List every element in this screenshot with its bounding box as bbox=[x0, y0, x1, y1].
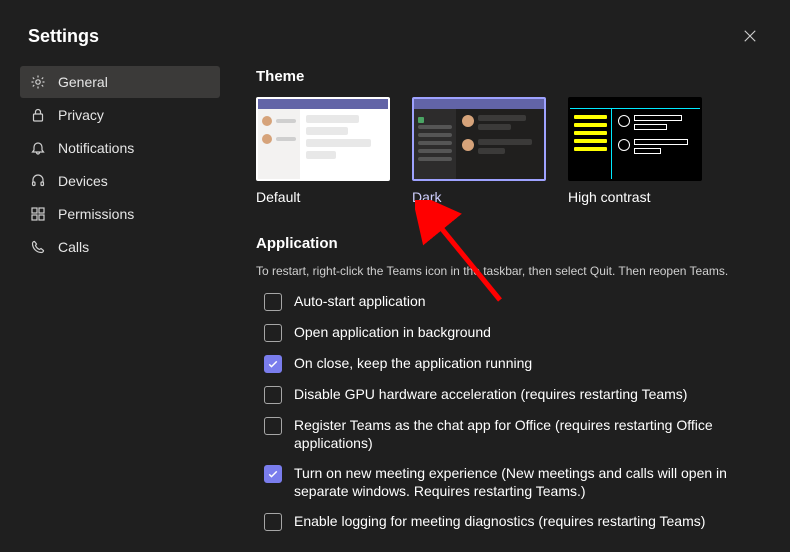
theme-preview-dark bbox=[412, 97, 546, 181]
gear-icon bbox=[30, 74, 46, 90]
checkbox[interactable] bbox=[264, 513, 282, 531]
checkbox[interactable] bbox=[264, 355, 282, 373]
phone-icon bbox=[30, 239, 46, 255]
theme-section-title: Theme bbox=[256, 68, 766, 85]
checkbox[interactable] bbox=[264, 417, 282, 435]
checkbox[interactable] bbox=[264, 386, 282, 404]
application-note: To restart, right-click the Teams icon i… bbox=[256, 264, 766, 278]
checkbox[interactable] bbox=[264, 324, 282, 342]
option-enable-logging[interactable]: Enable logging for meeting diagnostics (… bbox=[264, 512, 766, 531]
application-section-title: Application bbox=[256, 235, 766, 252]
sidebar-item-devices[interactable]: Devices bbox=[20, 165, 220, 197]
option-new-meeting-experience[interactable]: Turn on new meeting experience (New meet… bbox=[264, 464, 766, 500]
theme-preview-high-contrast bbox=[568, 97, 702, 181]
option-keep-running[interactable]: On close, keep the application running bbox=[264, 354, 766, 373]
option-auto-start[interactable]: Auto-start application bbox=[264, 292, 766, 311]
sidebar-item-calls[interactable]: Calls bbox=[20, 231, 220, 263]
option-label: Open application in background bbox=[294, 323, 491, 341]
option-label: Register Teams as the chat app for Offic… bbox=[294, 416, 734, 452]
settings-sidebar: General Privacy Notifications Devices Pe… bbox=[20, 66, 220, 543]
option-label: Auto-start application bbox=[294, 292, 426, 310]
theme-option-dark[interactable]: Dark bbox=[412, 97, 546, 205]
application-options: Auto-start application Open application … bbox=[256, 292, 766, 531]
checkbox[interactable] bbox=[264, 465, 282, 483]
check-icon bbox=[267, 358, 279, 370]
option-open-background[interactable]: Open application in background bbox=[264, 323, 766, 342]
option-label: On close, keep the application running bbox=[294, 354, 532, 372]
bell-icon bbox=[30, 140, 46, 156]
sidebar-item-label: Privacy bbox=[58, 107, 104, 123]
option-disable-gpu[interactable]: Disable GPU hardware acceleration (requi… bbox=[264, 385, 766, 404]
option-label: Enable logging for meeting diagnostics (… bbox=[294, 512, 705, 530]
close-button[interactable] bbox=[738, 24, 762, 48]
settings-main: Theme Default bbox=[220, 66, 766, 543]
sidebar-item-label: Permissions bbox=[58, 206, 134, 222]
option-label: Turn on new meeting experience (New meet… bbox=[294, 464, 734, 500]
theme-preview-default bbox=[256, 97, 390, 181]
sidebar-item-label: Calls bbox=[58, 239, 89, 255]
sidebar-item-label: Devices bbox=[58, 173, 108, 189]
headset-icon bbox=[30, 173, 46, 189]
theme-label: Default bbox=[256, 189, 390, 205]
sidebar-item-label: Notifications bbox=[58, 140, 134, 156]
close-icon bbox=[743, 29, 757, 43]
page-title: Settings bbox=[28, 26, 99, 47]
sidebar-item-permissions[interactable]: Permissions bbox=[20, 198, 220, 230]
sidebar-item-label: General bbox=[58, 74, 108, 90]
sidebar-item-privacy[interactable]: Privacy bbox=[20, 99, 220, 131]
theme-option-high-contrast[interactable]: High contrast bbox=[568, 97, 702, 205]
theme-option-default[interactable]: Default bbox=[256, 97, 390, 205]
check-icon bbox=[267, 468, 279, 480]
theme-label: High contrast bbox=[568, 189, 702, 205]
checkbox[interactable] bbox=[264, 293, 282, 311]
option-register-chat-app[interactable]: Register Teams as the chat app for Offic… bbox=[264, 416, 766, 452]
theme-label: Dark bbox=[412, 189, 546, 205]
lock-icon bbox=[30, 107, 46, 123]
sidebar-item-notifications[interactable]: Notifications bbox=[20, 132, 220, 164]
apps-icon bbox=[30, 206, 46, 222]
option-label: Disable GPU hardware acceleration (requi… bbox=[294, 385, 687, 403]
sidebar-item-general[interactable]: General bbox=[20, 66, 220, 98]
